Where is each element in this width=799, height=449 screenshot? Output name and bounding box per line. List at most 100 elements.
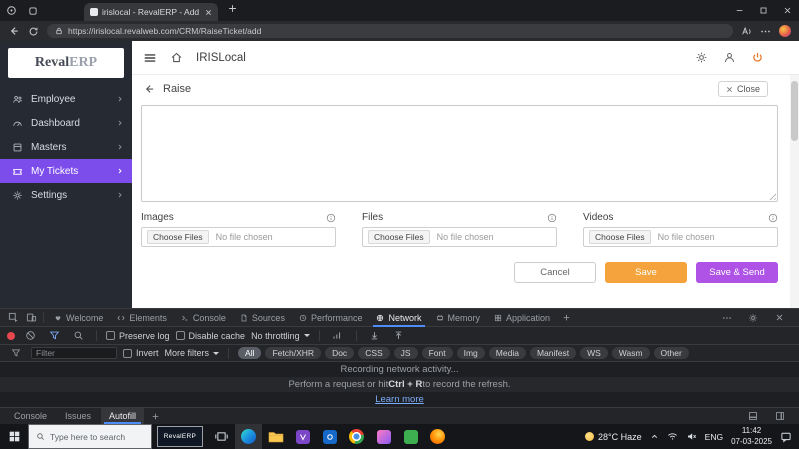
taskbar-search[interactable]: Type here to search [28, 424, 152, 449]
logout-power-icon[interactable] [751, 51, 764, 64]
filter-chip-wasm[interactable]: Wasm [612, 347, 650, 359]
invert-checkbox[interactable]: Invert [123, 348, 159, 358]
tab-actions-icon[interactable] [22, 6, 44, 16]
devtools-tab-sources[interactable]: Sources [233, 309, 292, 326]
revalerp-window-thumbnail[interactable]: RevalERP [157, 426, 203, 447]
info-icon[interactable] [326, 213, 336, 223]
file-input[interactable]: Choose Files No file chosen [141, 227, 336, 247]
chrome-taskbar-icon[interactable] [343, 424, 370, 449]
add-drawer-tab-button[interactable] [146, 412, 164, 421]
choose-files-button[interactable]: Choose Files [147, 230, 209, 244]
clear-network-icon[interactable] [21, 330, 39, 341]
devtools-tab-memory[interactable]: Memory [429, 309, 488, 326]
minimize-button[interactable] [727, 0, 751, 21]
orange-app-taskbar-icon[interactable] [424, 424, 451, 449]
address-bar[interactable]: https://irislocal.revalweb.com/CRM/Raise… [47, 24, 733, 38]
record-network-icon[interactable] [7, 332, 15, 340]
sidebar-item-employee[interactable]: Employee [0, 87, 132, 111]
choose-files-button[interactable]: Choose Files [589, 230, 651, 244]
choose-files-button[interactable]: Choose Files [368, 230, 430, 244]
purple-app-taskbar-icon[interactable] [289, 424, 316, 449]
multicolor-app-taskbar-icon[interactable] [370, 424, 397, 449]
more-filters-dropdown[interactable]: More filters [165, 348, 220, 358]
browser-tab[interactable]: irislocal - RevalERP - Add Ticket [84, 3, 218, 21]
devtools-tab-console[interactable]: Console [174, 309, 233, 326]
filter-chip-font[interactable]: Font [422, 347, 453, 359]
tab-close-icon[interactable] [205, 9, 212, 16]
devtools-close-icon[interactable] [770, 313, 788, 323]
drawer-tab-issues[interactable]: Issues [57, 408, 99, 424]
learn-more-link[interactable]: Learn more [375, 394, 424, 405]
ticket-description-textarea[interactable] [141, 105, 778, 202]
back-button[interactable] [8, 25, 20, 37]
profile-avatar[interactable] [779, 25, 791, 37]
more-menu-icon[interactable] [760, 26, 771, 37]
weather-widget[interactable]: 28°C Haze [585, 432, 642, 442]
page-scrollbar[interactable] [790, 75, 799, 308]
taskbar-clock[interactable]: 11:42 07-03-2025 [731, 426, 772, 447]
refresh-button[interactable] [28, 26, 39, 37]
task-view-button[interactable] [208, 424, 235, 449]
filter-chip-ws[interactable]: WS [580, 347, 608, 359]
maximize-button[interactable] [751, 0, 775, 21]
close-ticket-button[interactable]: Close [718, 81, 768, 97]
network-tray-icon[interactable] [667, 431, 678, 442]
filter-chip-img[interactable]: Img [457, 347, 485, 359]
checkbox-icon[interactable] [123, 349, 132, 358]
hamburger-menu-icon[interactable] [143, 51, 157, 65]
cancel-button[interactable]: Cancel [514, 262, 596, 283]
home-icon[interactable] [170, 51, 183, 64]
sidebar-item-dashboard[interactable]: Dashboard [0, 111, 132, 135]
resize-handle[interactable] [767, 191, 776, 200]
filter-chip-manifest[interactable]: Manifest [530, 347, 576, 359]
filter-input[interactable]: Filter [31, 347, 117, 359]
show-hidden-icons-button[interactable] [650, 432, 659, 441]
revalerp-logo[interactable]: Reval ERP [8, 48, 124, 78]
network-conditions-icon[interactable] [329, 330, 347, 341]
sidebar-item-masters[interactable]: Masters [0, 135, 132, 159]
devtools-tab-application[interactable]: Application [487, 309, 557, 326]
file-input[interactable]: Choose Files No file chosen [362, 227, 557, 247]
green-app-taskbar-icon[interactable] [397, 424, 424, 449]
filter-chip-other[interactable]: Other [654, 347, 689, 359]
search-network-icon[interactable] [69, 330, 87, 341]
edge-taskbar-icon[interactable] [235, 424, 262, 449]
info-icon[interactable] [547, 213, 557, 223]
export-har-icon[interactable] [390, 330, 408, 341]
scrollbar-thumb[interactable] [791, 81, 798, 141]
new-tab-button[interactable] [228, 4, 237, 13]
back-arrow-icon[interactable] [143, 83, 155, 95]
blue-app-taskbar-icon[interactable] [316, 424, 343, 449]
filter-toggle-icon[interactable] [45, 330, 63, 341]
sidebar-item-settings[interactable]: Settings [0, 183, 132, 207]
notification-center-icon[interactable] [780, 431, 792, 443]
read-aloud-icon[interactable] [741, 26, 752, 37]
filter-chip-js[interactable]: JS [394, 347, 418, 359]
drawer-tab-autofill[interactable]: Autofill [101, 408, 144, 424]
throttling-dropdown[interactable]: No throttling [251, 331, 310, 341]
save-and-send-button[interactable]: Save & Send [696, 262, 778, 283]
devtools-tab-elements[interactable]: Elements [110, 309, 174, 326]
user-icon[interactable] [723, 51, 736, 64]
start-button[interactable] [0, 424, 28, 449]
browser-window-icon[interactable] [0, 5, 22, 16]
gear-icon[interactable] [695, 51, 708, 64]
dock-bottom-icon[interactable] [744, 411, 762, 421]
filter-chip-doc[interactable]: Doc [325, 347, 354, 359]
devtools-tab-performance[interactable]: Performance [292, 309, 370, 326]
file-input[interactable]: Choose Files No file chosen [583, 227, 778, 247]
devtools-more-icon[interactable] [718, 313, 736, 323]
disable-cache-checkbox[interactable]: Disable cache [176, 331, 246, 341]
import-har-icon[interactable] [366, 330, 384, 341]
dock-side-icon[interactable] [771, 411, 789, 421]
language-indicator[interactable]: ENG [705, 432, 723, 442]
speaker-tray-icon[interactable] [686, 431, 697, 442]
filter-chip-css[interactable]: CSS [358, 347, 389, 359]
more-tabs-button[interactable] [557, 313, 575, 322]
save-button[interactable]: Save [605, 262, 687, 283]
inspect-element-icon[interactable] [4, 312, 22, 323]
filter-chip-media[interactable]: Media [489, 347, 526, 359]
preserve-log-checkbox[interactable]: Preserve log [106, 331, 170, 341]
devtools-tab-network[interactable]: Network [369, 309, 428, 326]
checkbox-icon[interactable] [176, 331, 185, 340]
